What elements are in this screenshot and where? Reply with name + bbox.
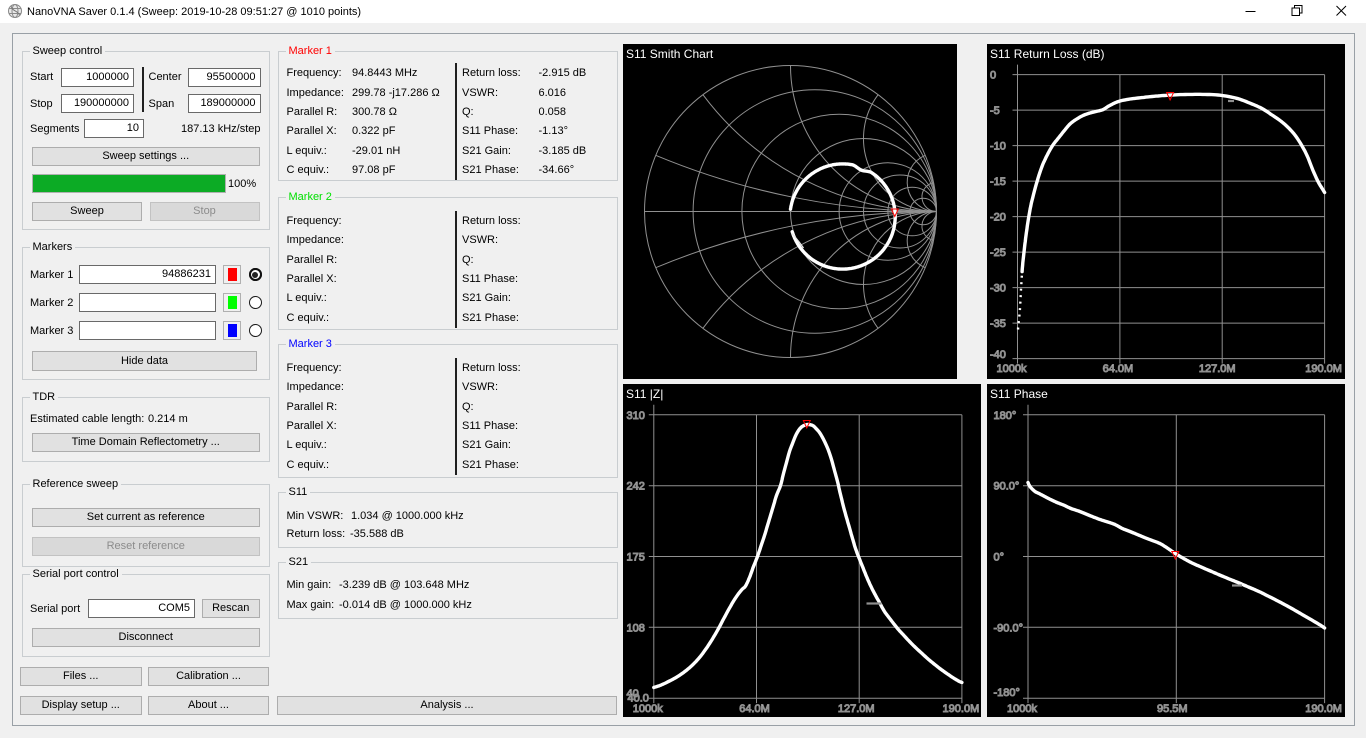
svg-text:242: 242: [626, 480, 644, 492]
svg-text:180°: 180°: [994, 409, 1017, 421]
svg-text:-30: -30: [990, 282, 1006, 294]
svg-text:190.0M: 190.0M: [942, 703, 979, 715]
svg-text:190.0M: 190.0M: [1305, 703, 1342, 715]
svg-text:S11 Phase: S11 Phase: [990, 387, 1048, 401]
svg-text:190.0M: 190.0M: [1305, 363, 1342, 375]
svg-text:310: 310: [626, 409, 644, 421]
svg-text:175: 175: [626, 551, 644, 563]
svg-text:S11 Return Loss (dB): S11 Return Loss (dB): [990, 47, 1105, 61]
svg-text:-10: -10: [990, 140, 1006, 152]
svg-text:-15: -15: [990, 176, 1006, 188]
svg-text:127.0M: 127.0M: [837, 703, 874, 715]
svg-text:-25: -25: [990, 247, 1006, 259]
svg-text:1000k: 1000k: [997, 363, 1027, 375]
svg-text:-35: -35: [990, 318, 1006, 330]
svg-text:S11 |Z|: S11 |Z|: [626, 387, 663, 401]
svg-text:90.0°: 90.0°: [994, 480, 1020, 492]
svg-text:1000k: 1000k: [1007, 703, 1037, 715]
svg-text:127.0M: 127.0M: [1199, 363, 1236, 375]
svg-text:-20: -20: [990, 211, 1006, 223]
svg-text:-180°: -180°: [994, 687, 1020, 699]
svg-text:-5: -5: [990, 105, 1000, 117]
svg-text:64.0M: 64.0M: [1103, 363, 1134, 375]
svg-text:1000k: 1000k: [632, 703, 662, 715]
svg-text:0: 0: [990, 69, 996, 81]
svg-text:108: 108: [626, 622, 644, 634]
svg-text:-90.0°: -90.0°: [994, 622, 1023, 634]
svg-text:0°: 0°: [994, 551, 1005, 563]
svg-text:64.0M: 64.0M: [739, 703, 770, 715]
svg-text:-40: -40: [990, 349, 1006, 361]
svg-text:95.5M: 95.5M: [1157, 703, 1188, 715]
svg-text:S11 Smith Chart: S11 Smith Chart: [626, 47, 714, 61]
